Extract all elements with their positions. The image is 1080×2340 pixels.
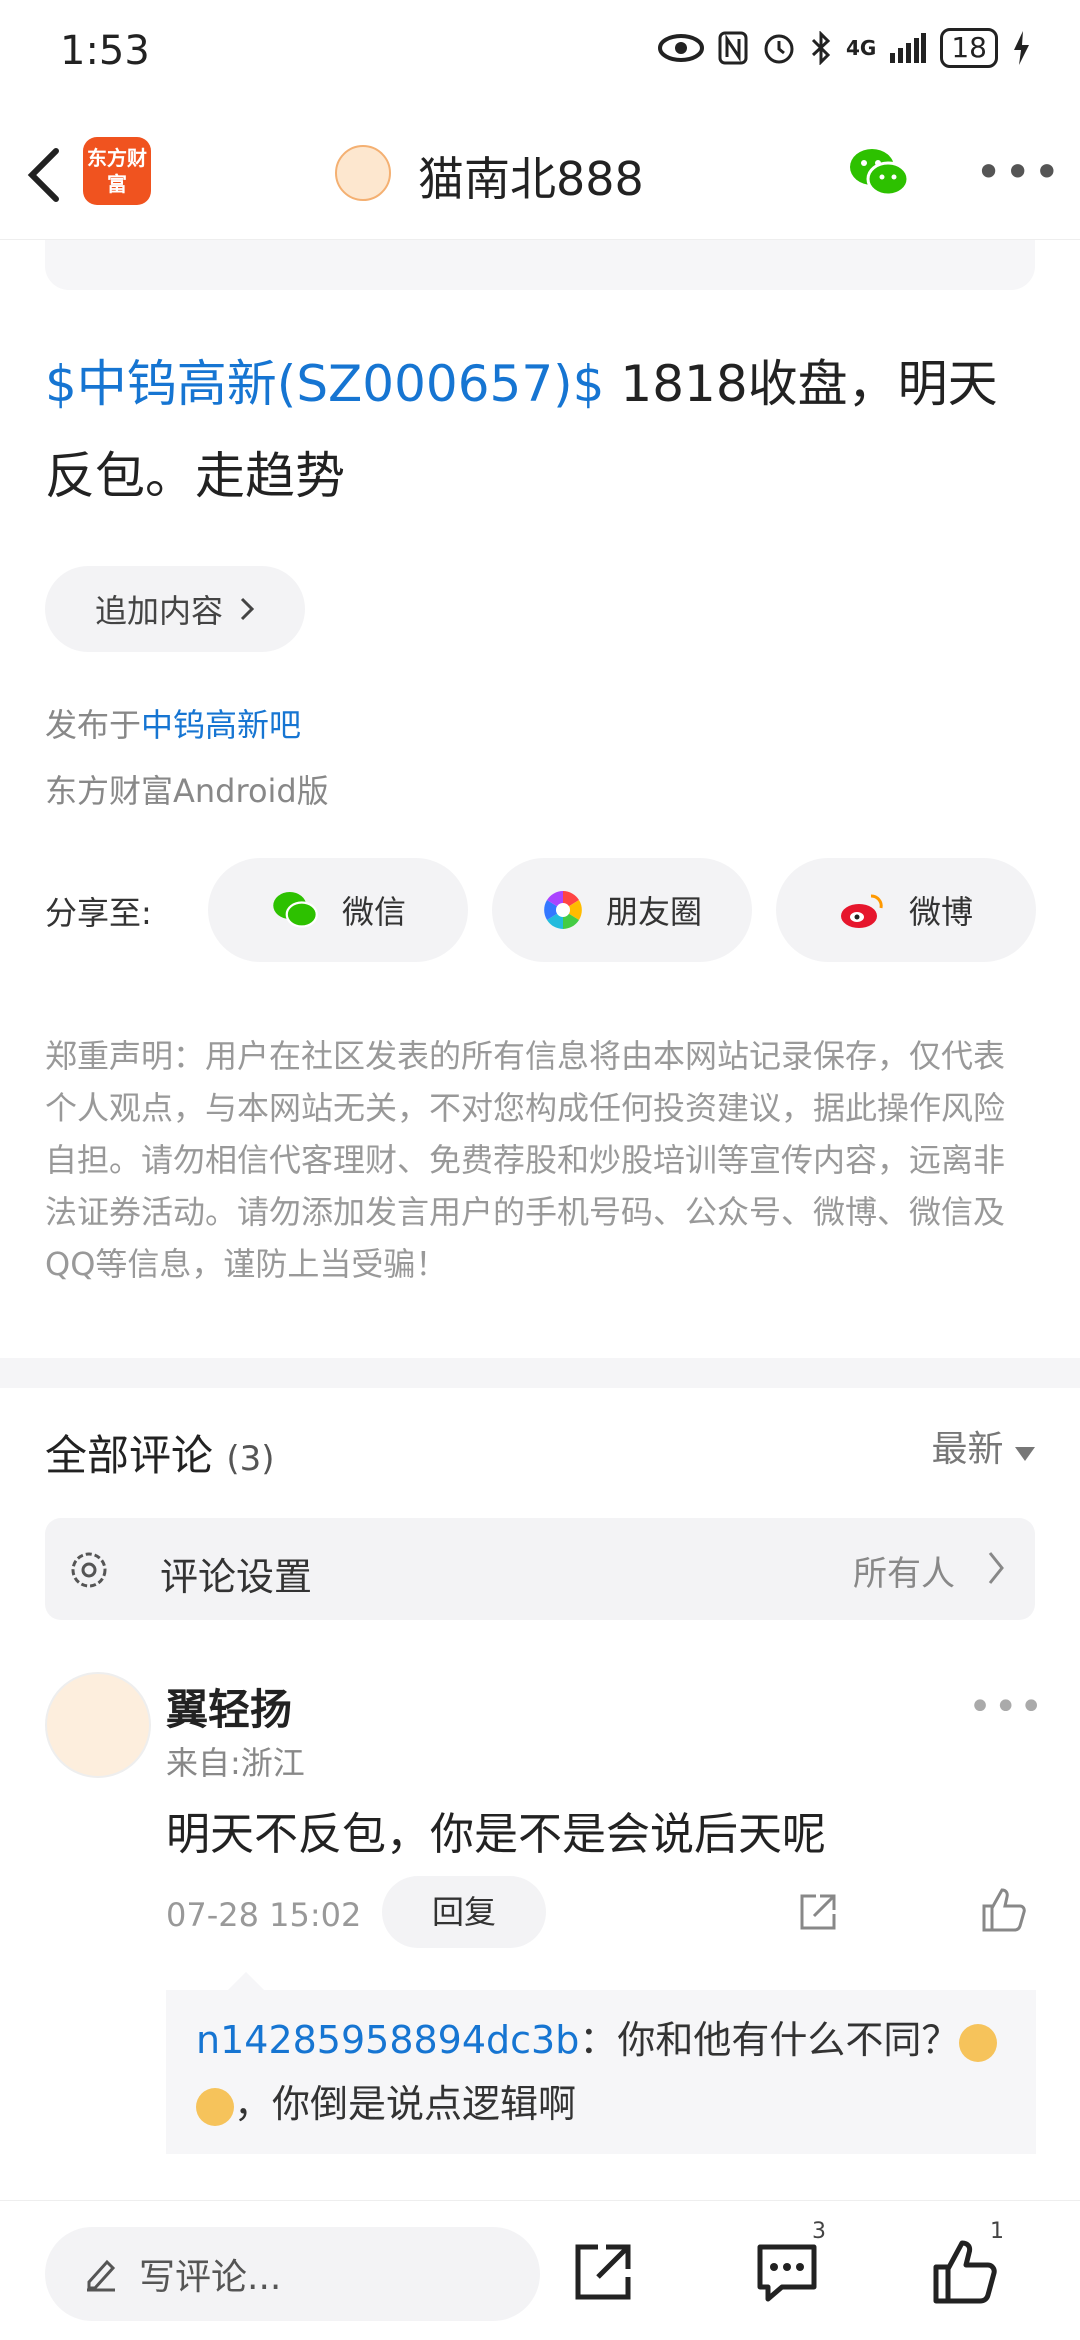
- sub-reply-text-a: ：你和他有什么不同？: [579, 2018, 960, 2062]
- app-logo[interactable]: 东方财富: [83, 137, 151, 205]
- pencil-icon: [87, 2259, 116, 2292]
- dog-emoji-icon: [959, 2023, 998, 2062]
- sub-reply-text-b: ，你倒是说点逻辑啊: [234, 2082, 577, 2126]
- stock-tag-link[interactable]: $中钨高新(SZ000657)$: [45, 355, 605, 413]
- add-content-button[interactable]: 追加内容: [45, 566, 305, 652]
- comment-more-icon[interactable]: •••: [968, 1684, 1045, 1730]
- comment-icon[interactable]: [752, 2237, 822, 2307]
- published-in: 发布于中钨高新吧: [45, 700, 301, 746]
- share-moments-label: 朋友圈: [605, 893, 702, 931]
- status-time: 1:53: [60, 28, 150, 74]
- more-options-icon[interactable]: •••: [975, 149, 1062, 195]
- section-divider: [0, 1358, 1080, 1388]
- published-prefix: 发布于: [45, 706, 142, 744]
- post-body: $中钨高新(SZ000657)$ 1818收盘，明天反包。走趋势: [45, 338, 1045, 522]
- comment-settings-value: 所有人: [853, 1554, 955, 1594]
- share-weibo-label: 微博: [908, 893, 973, 931]
- like-count-badge: 1: [990, 2219, 1004, 2244]
- network-label: 4G: [846, 36, 877, 60]
- share-wechat-button[interactable]: 微信: [208, 858, 468, 962]
- comments-count: (3): [226, 1439, 275, 1479]
- bluetooth-icon: [811, 31, 831, 65]
- back-arrow-icon[interactable]: [24, 145, 64, 205]
- like-icon[interactable]: [930, 2237, 1000, 2307]
- comments-title-label: 全部评论: [45, 1431, 214, 1480]
- comment-text: 明天不反包，你是不是会说后天呢: [166, 1809, 826, 1860]
- eye-icon: [658, 34, 705, 62]
- write-comment-input[interactable]: 写评论...: [45, 2227, 540, 2321]
- like-icon[interactable]: [980, 1886, 1028, 1934]
- moments-icon: [543, 891, 582, 929]
- status-bar: 1:53 4G 18: [0, 0, 1080, 105]
- share-weibo-button[interactable]: 微博: [776, 858, 1036, 962]
- write-comment-placeholder: 写评论...: [139, 2257, 282, 2298]
- alarm-icon: [764, 34, 794, 64]
- status-icons: 4G 18: [658, 28, 1030, 68]
- quote-card-remnant: [45, 240, 1035, 290]
- comment-settings-label: 评论设置: [160, 1555, 313, 1599]
- gear-icon: [71, 1552, 107, 1588]
- comment-settings-row[interactable]: 评论设置 所有人: [45, 1518, 1035, 1620]
- nav-header: 东方财富 猫南北888 •••: [0, 105, 1080, 240]
- author-avatar[interactable]: [335, 145, 391, 201]
- comment-author[interactable]: 翼轻扬: [166, 1676, 292, 1737]
- comment-time: 07-28 15:02: [166, 1896, 362, 1934]
- comment-count-badge: 3: [812, 2219, 826, 2244]
- sort-label: 最新: [931, 1429, 1004, 1470]
- signal-icon: [890, 33, 927, 63]
- nfc-icon: [718, 31, 748, 65]
- share-icon[interactable]: [568, 2237, 638, 2307]
- share-label: 分享至:: [45, 894, 152, 932]
- comment-location: 来自:浙江: [166, 1744, 305, 1782]
- bar-link[interactable]: 中钨高新吧: [141, 706, 301, 744]
- avatar[interactable]: [45, 1672, 151, 1778]
- wechat-icon[interactable]: [848, 145, 910, 201]
- comments-title: 全部评论 (3): [45, 1422, 275, 1483]
- caret-down-icon: [1015, 1447, 1035, 1461]
- sort-dropdown[interactable]: 最新: [932, 1420, 1035, 1472]
- disclaimer-text: 郑重声明：用户在社区发表的所有信息将由本网站记录保存，仅代表个人观点，与本网站无…: [45, 1037, 1006, 1283]
- wechat-icon: [273, 892, 318, 928]
- share-icon[interactable]: [796, 1890, 840, 1934]
- page-title[interactable]: 猫南北888: [418, 143, 644, 209]
- share-moments-button[interactable]: 朋友圈: [492, 858, 752, 962]
- client-label: 东方财富Android版: [45, 772, 329, 810]
- add-content-label: 追加内容: [94, 592, 223, 630]
- share-wechat-label: 微信: [341, 893, 406, 931]
- chevron-right-icon: [240, 597, 255, 621]
- reply-caret: [228, 1972, 264, 1990]
- battery-indicator: 18: [940, 28, 998, 68]
- chevron-right-icon: [988, 1552, 1004, 1584]
- bottom-bar: 写评论... 3 1: [0, 2200, 1080, 2340]
- charging-icon: [1014, 31, 1029, 65]
- reply-button[interactable]: 回复: [382, 1876, 546, 1948]
- sub-reply-user[interactable]: n14285958894dc3b: [196, 2018, 579, 2062]
- weibo-icon: [840, 894, 883, 928]
- dog-emoji-icon: [196, 2087, 234, 2126]
- sub-reply[interactable]: n14285958894dc3b：你和他有什么不同？ ，你倒是说点逻辑啊: [166, 1990, 1036, 2154]
